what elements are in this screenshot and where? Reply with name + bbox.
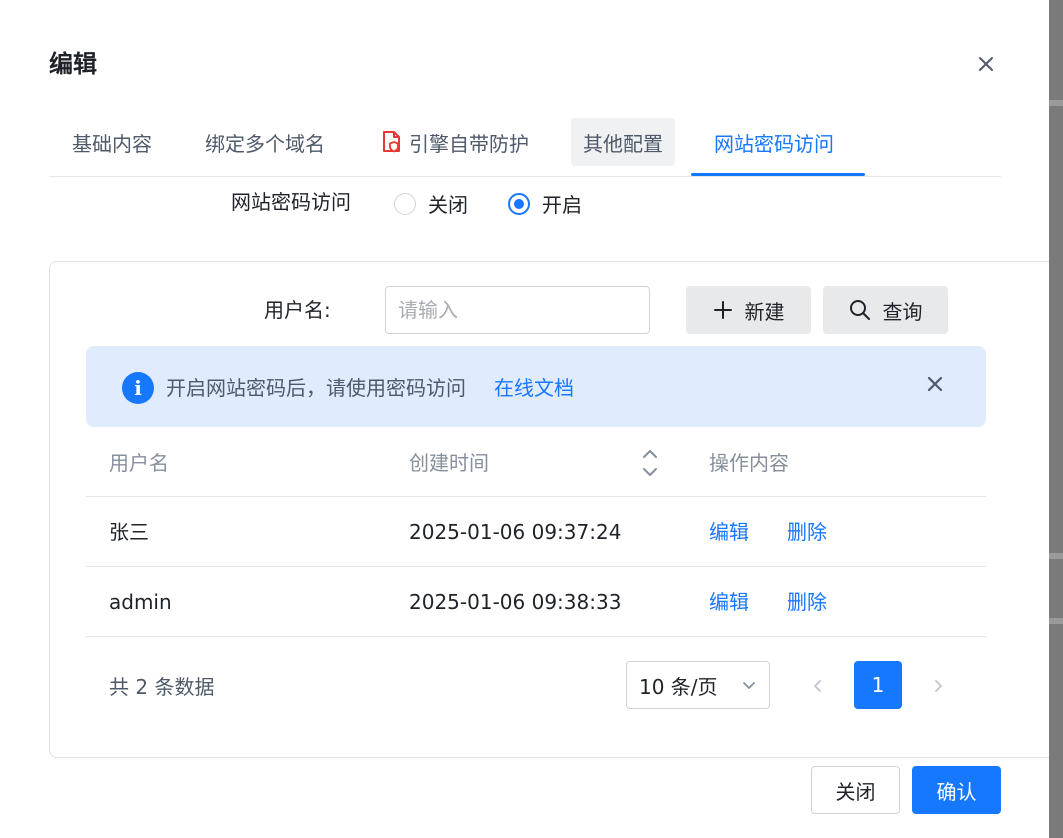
tab-label: 引擎自带防护 (409, 131, 529, 156)
tab-label: 网站密码访问 (714, 131, 834, 156)
page-size-select[interactable]: 10 条/页 (626, 661, 770, 709)
plus-icon (713, 301, 732, 319)
username-label: 用户名: (264, 298, 331, 322)
tabs-divider (49, 176, 1001, 177)
alert-close-button[interactable] (920, 369, 950, 399)
online-docs-link[interactable]: 在线文档 (494, 373, 574, 403)
dialog-close-button[interactable] (970, 48, 1002, 80)
query-button[interactable]: 查询 (823, 286, 948, 334)
total-count: 共 2 条数据 (109, 675, 215, 699)
backdrop-mark (1049, 618, 1063, 624)
modal-backdrop (1049, 0, 1063, 838)
radio-circle (394, 192, 416, 215)
tab-label: 其他配置 (583, 131, 663, 156)
chevron-down-icon (743, 682, 755, 689)
chevron-left-icon (814, 680, 821, 692)
tab-password-access[interactable]: 网站密码访问 (714, 118, 834, 166)
next-page-button[interactable] (918, 666, 958, 706)
sort-icon[interactable] (639, 446, 661, 480)
chevron-right-icon (935, 680, 942, 692)
tab-label: 绑定多个域名 (205, 131, 325, 156)
username-search-input[interactable] (385, 286, 650, 334)
password-access-label: 网站密码访问 (231, 190, 351, 214)
radio-circle-checked (508, 192, 530, 215)
tab-basic-content[interactable]: 基础内容 (72, 118, 152, 166)
alert-message: 开启网站密码后，请使用密码访问 (166, 376, 466, 400)
backdrop-mark (1049, 553, 1063, 559)
row-delete-link[interactable]: 删除 (787, 587, 827, 617)
table-divider (86, 636, 986, 637)
backdrop-mark (1049, 100, 1063, 106)
table-divider (86, 566, 986, 567)
page-size-value: 10 条/页 (639, 674, 718, 699)
dialog-title: 编辑 (49, 50, 97, 78)
cell-username: admin (109, 590, 172, 614)
row-edit-link[interactable]: 编辑 (709, 587, 749, 617)
radio-label: 开启 (542, 193, 582, 217)
tab-other-config[interactable]: 其他配置 (571, 118, 675, 166)
query-button-label: 查询 (882, 299, 923, 324)
tab-label: 基础内容 (72, 131, 152, 156)
new-button-label: 新建 (744, 299, 785, 324)
active-tab-indicator (691, 173, 865, 176)
confirm-button[interactable]: 确认 (912, 766, 1001, 814)
page-number[interactable]: 1 (854, 661, 902, 709)
row-delete-link[interactable]: 删除 (787, 517, 827, 547)
cell-created: 2025-01-06 09:38:33 (409, 590, 622, 614)
tab-engine-protection[interactable]: 引擎自带防护 (381, 118, 529, 166)
search-icon (849, 300, 870, 320)
table-divider (86, 496, 986, 497)
column-header-username: 用户名 (109, 451, 169, 475)
radio-label: 关闭 (428, 193, 468, 217)
close-button[interactable]: 关闭 (811, 766, 900, 814)
column-header-created: 创建时间 (409, 451, 489, 475)
radio-off[interactable]: 关闭 (394, 189, 468, 218)
document-shield-icon (383, 131, 400, 153)
row-edit-link[interactable]: 编辑 (709, 517, 749, 547)
cell-username: 张三 (109, 520, 149, 544)
new-button[interactable]: 新建 (686, 286, 811, 334)
radio-on[interactable]: 开启 (508, 189, 582, 218)
close-icon (927, 376, 943, 392)
column-header-actions: 操作内容 (709, 451, 789, 475)
tab-bind-domains[interactable]: 绑定多个域名 (205, 118, 325, 166)
prev-page-button[interactable] (798, 666, 838, 706)
info-icon: i (122, 372, 154, 404)
cell-created: 2025-01-06 09:37:24 (409, 520, 622, 544)
close-icon (979, 57, 993, 71)
